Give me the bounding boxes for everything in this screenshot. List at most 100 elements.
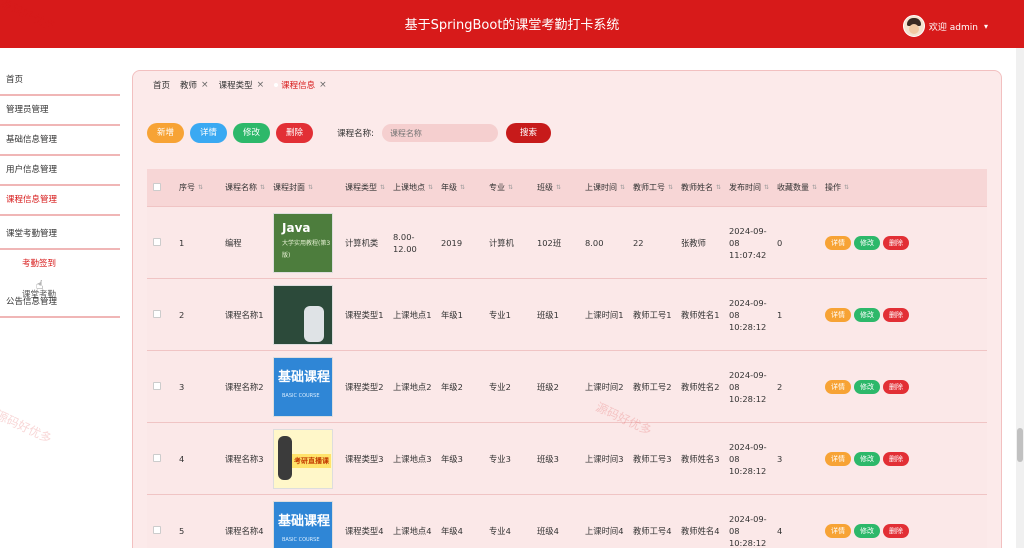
close-icon[interactable]: × [257,80,265,90]
header-publish-time[interactable]: 发布时间 ⇅ [725,182,773,194]
cell-tname: 教师姓名1 [681,309,720,320]
row-delete-button[interactable]: 删除 [883,379,909,394]
sidebar-item-notice[interactable]: 公告信息管理 [0,288,120,318]
header-time[interactable]: 上课时间 ⇅ [581,182,629,194]
cell-major: 专业2 [489,381,511,392]
row-detail-button[interactable]: 详情 [825,523,851,538]
sidebar-item-users[interactable]: 用户信息管理 [0,156,120,186]
header-major[interactable]: 专业 ⇅ [485,182,533,194]
header-type[interactable]: 课程类型 ⇅ [341,182,389,194]
header-favorites[interactable]: 收藏数量 ⇅ [773,182,821,194]
cell-cls: 班级1 [537,309,559,320]
header-class[interactable]: 班级 ⇅ [533,182,581,194]
delete-button[interactable]: 删除 [276,123,314,143]
edit-button[interactable]: 修改 [233,123,271,143]
search-button[interactable]: 搜索 [505,123,551,143]
row-checkbox[interactable] [153,237,161,246]
row-checkbox[interactable] [153,381,161,390]
cell-major: 专业1 [489,309,511,320]
add-button[interactable]: 新增 [147,123,185,143]
sort-icon[interactable]: ⇅ [308,184,313,191]
row-edit-button[interactable]: 修改 [854,379,880,394]
scrollbar-thumb[interactable] [1017,428,1023,462]
sort-icon[interactable]: ⇅ [764,184,769,191]
sort-icon[interactable]: ⇅ [556,184,561,191]
sort-icon[interactable]: ⇅ [716,184,721,191]
sort-icon[interactable]: ⇅ [844,184,849,191]
header-idx[interactable]: 序号 ⇅ [175,182,221,194]
row-delete-button[interactable]: 删除 [883,523,909,538]
row-delete-button[interactable]: 删除 [883,307,909,322]
avatar[interactable] [902,15,925,37]
sort-icon[interactable]: ⇅ [260,184,265,191]
row-checkbox[interactable] [153,525,161,534]
row-checkbox[interactable] [153,453,161,462]
sort-icon[interactable]: ⇅ [668,184,673,191]
sort-icon[interactable]: ⇅ [198,184,203,191]
sidebar-subitem-checkin[interactable]: 考勤签到 [0,250,120,278]
header-place[interactable]: 上课地点 ⇅ [389,182,437,194]
course-cover-image[interactable]: Java 大学实用教程(第3版) [273,212,333,273]
row-detail-button[interactable]: 详情 [825,307,851,322]
row-checkbox[interactable] [153,309,161,318]
cell-place: 8.00-12.00 [393,231,417,254]
table-row[interactable]: 2 课程名称1 课程类型1 上课地点1 年级1 专业1 班级1 上课时间1 教师工号1 教师姓名1… [147,279,987,351]
course-cover-image[interactable] [273,284,333,345]
sidebar-item-course[interactable]: 课程信息管理 [0,186,120,216]
row-edit-button[interactable]: 修改 [854,235,880,250]
sidebar-item-attendance[interactable]: 课堂考勤管理 [0,216,120,250]
table-row[interactable]: 5 课程名称4 基础课程 BASIC COURSE 课程类型4 上课地点4 年级4 专业4 班级… [147,495,987,548]
cell-major: 计算机 [489,237,514,248]
header-grade[interactable]: 年级 ⇅ [437,182,485,194]
row-detail-button[interactable]: 详情 [825,379,851,394]
tab-course-info[interactable]: 课程信息 × [274,79,327,91]
row-delete-button[interactable]: 删除 [883,451,909,466]
header-name[interactable]: 课程名称 ⇅ [221,182,269,194]
row-edit-button[interactable]: 修改 [854,523,880,538]
cell-tname: 教师姓名2 [681,381,720,392]
row-detail-button[interactable]: 详情 [825,451,851,466]
row-delete-button[interactable]: 删除 [883,235,909,250]
sidebar-item-home[interactable]: 首页 [0,66,120,96]
cell-pub: 2024-09-08 10:28:12 [729,369,767,404]
welcome-text: 欢迎 admin [928,22,978,33]
header-teacher-no[interactable]: 教师工号 ⇅ [629,182,677,194]
course-cover-image[interactable]: 基础课程 BASIC COURSE [273,500,333,548]
cell-idx: 1 [179,237,185,248]
header-teacher-name[interactable]: 教师姓名 ⇅ [677,182,725,194]
page-scrollbar[interactable] [1016,48,1024,548]
table-row[interactable]: 4 课程名称3 考研直播课 课程类型3 上课地点3 年级3 专业3 班级3 上课时间3 教师工号3… [147,423,987,495]
close-icon[interactable]: × [201,80,209,90]
tab-home[interactable]: 首页 [153,79,170,91]
row-detail-button[interactable]: 详情 [825,235,851,250]
cell-tno: 教师工号3 [633,453,672,464]
user-menu[interactable]: 欢迎 admin ▾ [902,15,988,37]
tab-course-type[interactable]: 课程类型 × [219,79,265,91]
sort-icon[interactable]: ⇅ [620,184,625,191]
cell-idx: 4 [179,453,185,464]
header-actions[interactable]: 操作 ⇅ [821,182,921,194]
chevron-down-icon[interactable]: ▾ [984,22,988,31]
cover-subtitle: 大学实用教程(第3版) [282,239,331,259]
tab-teacher[interactable]: 教师 × [180,79,209,91]
course-cover-image[interactable]: 考研直播课 [273,428,333,489]
sort-icon[interactable]: ⇅ [508,184,513,191]
sort-icon[interactable]: ⇅ [428,184,433,191]
select-all-checkbox[interactable] [153,182,161,191]
table-row[interactable]: 1 编程 Java 大学实用教程(第3版) 计算机类 8.00-12.00 2019 计算机 1… [147,207,987,279]
detail-button[interactable]: 详情 [190,123,228,143]
sidebar-item-basic[interactable]: 基础信息管理 [0,126,120,156]
course-cover-image[interactable]: 基础课程 BASIC COURSE [273,356,333,417]
sort-icon[interactable]: ⇅ [460,184,465,191]
search-input[interactable] [381,124,498,142]
sort-icon[interactable]: ⇅ [380,184,385,191]
row-edit-button[interactable]: 修改 [854,451,880,466]
table-row[interactable]: 3 课程名称2 基础课程 BASIC COURSE 课程类型2 上课地点2 年级2 专业2 班级… [147,351,987,423]
cell-fav: 3 [777,453,783,464]
row-edit-button[interactable]: 修改 [854,307,880,322]
sidebar-item-admin[interactable]: 管理员管理 [0,96,120,126]
cell-name: 课程名称1 [225,309,264,320]
sort-icon[interactable]: ⇅ [812,184,817,191]
header-cover[interactable]: 课程封面 ⇅ [269,182,341,194]
close-icon[interactable]: × [319,80,327,90]
